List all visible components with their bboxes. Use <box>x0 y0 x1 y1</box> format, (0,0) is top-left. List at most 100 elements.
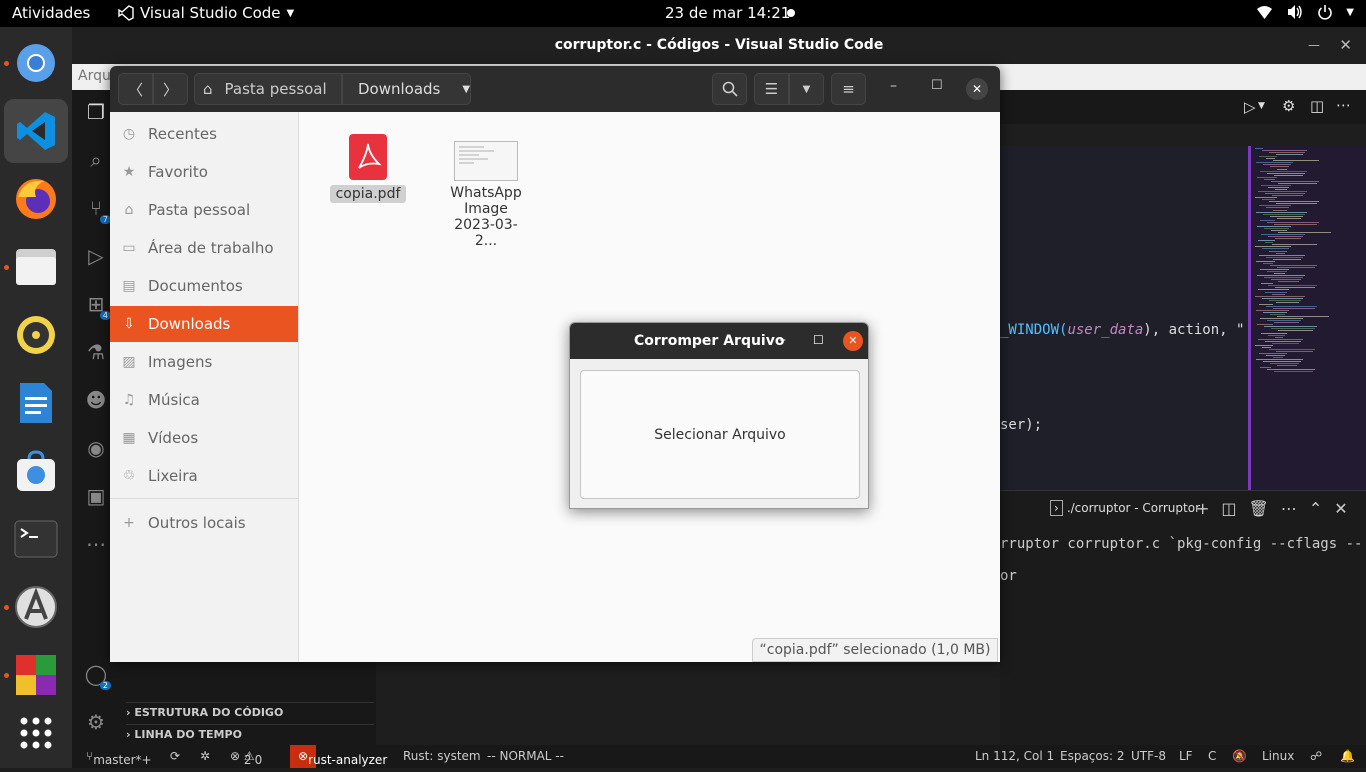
show-apps-button[interactable] <box>12 709 60 757</box>
minimap-line <box>1267 320 1301 322</box>
sidebar-item-documentos[interactable]: ▤ Documentos <box>110 268 298 304</box>
minimap-line <box>1262 199 1275 201</box>
sidebar-item-vídeos[interactable]: ▦ Vídeos <box>110 420 298 456</box>
indentation[interactable]: Espaços: 2 <box>1060 749 1125 763</box>
running-indicator <box>4 61 9 66</box>
sidebar-item-lixeira[interactable]: ♲ Lixeira <box>110 458 298 494</box>
list-view-button[interactable]: ☰ <box>754 73 789 105</box>
sidebar-item-música[interactable]: ♫ Música <box>110 382 298 418</box>
system-menu[interactable]: ▼ <box>1256 4 1354 20</box>
dock-cube-app[interactable] <box>12 651 60 699</box>
minimize-icon[interactable]: – <box>779 332 786 348</box>
run-icon[interactable]: ▷ <box>1244 98 1256 116</box>
minimap-line <box>1258 191 1307 193</box>
minimap-line <box>1277 266 1315 268</box>
terminal-panel[interactable]: › ./corruptor - Corruptor + ◫ 🗑 ⋯ ⌃ ✕ rru… <box>1000 490 1366 745</box>
os-indicator[interactable]: Linux <box>1262 749 1294 763</box>
minimap[interactable] <box>1248 146 1366 490</box>
activities-button[interactable]: Atividades <box>12 4 90 22</box>
close-icon[interactable]: ✕ <box>966 78 988 100</box>
code-editor[interactable]: _WINDOW(user_data), action, " ser); <box>1000 146 1248 490</box>
file-item[interactable]: WhatsApp Image 2023-03-2... <box>448 141 524 249</box>
breadcrumb-home[interactable]: ⌂ Pasta pessoal <box>194 73 342 105</box>
no-bell-icon[interactable]: 🔕 <box>1232 749 1247 763</box>
minimap-line <box>1259 353 1287 354</box>
main-menu-button[interactable]: ≡ <box>831 73 866 105</box>
dock-chromium[interactable] <box>12 39 60 87</box>
file-item[interactable]: copia.pdf <box>330 134 406 203</box>
sidebar-item-recentes[interactable]: ◷ Recentes <box>110 116 298 152</box>
problems-indicator[interactable]: ⊗ 2 ⚠ 0 <box>230 749 262 767</box>
sidebar-item-favorito[interactable]: ★ Favorito <box>110 154 298 190</box>
minimize-icon[interactable]: — <box>1308 27 1320 64</box>
dock-firefox[interactable] <box>12 175 60 223</box>
terminal-line: or <box>1000 568 1017 584</box>
sidebar-item-imagens[interactable]: ▨ Imagens <box>110 344 298 380</box>
minimap-line <box>1263 164 1291 166</box>
minimap-line <box>1276 301 1299 303</box>
terminal-tab[interactable]: › ./corruptor - Corruptor <box>1050 500 1200 516</box>
minimize-icon[interactable]: – <box>890 78 897 94</box>
breadcrumb-downloads[interactable]: Downloads ▼ <box>342 73 471 105</box>
close-icon[interactable]: ✕ <box>1339 27 1352 64</box>
minimap-line <box>1277 316 1329 318</box>
vscode-sidebar-panels: › ESTRUTURA DO CÓDIGO › LINHA DO TEMPO <box>120 662 376 745</box>
add-terminal-icon[interactable]: + <box>1196 499 1209 518</box>
dock-vscode[interactable] <box>4 99 68 163</box>
chevron-down-icon[interactable]: ▼ <box>1258 101 1265 111</box>
sync-icon[interactable]: ⟳ <box>170 749 180 763</box>
feedback-icon[interactable]: ☍ <box>1310 749 1322 763</box>
select-file-button[interactable]: Selecionar Arquivo <box>580 370 860 499</box>
manage-gear-icon[interactable]: ⚙ <box>72 700 120 744</box>
cursor-position[interactable]: Ln 112, Col 1 <box>975 749 1054 763</box>
maximize-icon[interactable]: ☐ <box>813 333 824 347</box>
menu-file[interactable]: Arqu <box>78 68 111 84</box>
notifications-icon[interactable]: 🔔 <box>1340 749 1355 763</box>
minimap-line <box>1266 256 1303 258</box>
minimap-line <box>1264 178 1275 180</box>
minimap-line <box>1260 318 1303 320</box>
maximize-icon[interactable]: ☐ <box>931 78 943 93</box>
more-icon[interactable]: ⋯ <box>1281 499 1297 518</box>
bug-icon[interactable]: ✲ <box>200 749 210 763</box>
close-panel-icon[interactable]: ✕ <box>1334 499 1347 518</box>
minimap-line <box>1278 182 1317 184</box>
minimap-line <box>1256 162 1293 164</box>
rust-analyzer-status[interactable]: ⊗ rust-analyzer <box>290 745 387 768</box>
outline-section[interactable]: › ESTRUTURA DO CÓDIGO <box>126 702 374 722</box>
trash-icon[interactable]: 🗑 <box>1249 499 1269 518</box>
sidebar-item-pasta-pessoal[interactable]: ⌂ Pasta pessoal <box>110 192 298 228</box>
app-menu[interactable]: Visual Studio Code ▼ <box>118 4 294 22</box>
desktop-icon: ▭ <box>122 240 136 256</box>
clock[interactable]: 23 de mar 14:21 <box>665 4 790 22</box>
close-icon[interactable]: ✕ <box>843 331 863 351</box>
back-button[interactable]: 〈 <box>118 73 153 105</box>
search-button[interactable] <box>712 73 747 105</box>
encoding[interactable]: UTF-8 <box>1131 749 1166 763</box>
timeline-section[interactable]: › LINHA DO TEMPO <box>126 724 374 744</box>
minimap-line <box>1276 203 1317 205</box>
eol[interactable]: LF <box>1179 749 1193 763</box>
dock-software-updater[interactable] <box>12 583 60 631</box>
split-editor-icon[interactable]: ◫ <box>1310 97 1324 115</box>
rust-toolchain[interactable]: Rust: system <box>403 749 481 763</box>
dock-rhythmbox[interactable] <box>12 311 60 359</box>
forward-button[interactable]: 〉 <box>153 73 188 105</box>
dock-writer[interactable] <box>12 379 60 427</box>
settings-gear-icon[interactable]: ⚙ <box>1282 97 1295 115</box>
dock-files[interactable] <box>12 243 60 291</box>
branch-indicator[interactable]: ⑂ master*+ <box>86 749 152 767</box>
split-terminal-icon[interactable]: ◫ <box>1221 499 1236 518</box>
minimap-line <box>1255 197 1277 199</box>
sidebar-item-other-locations[interactable]: + Outros locais <box>110 505 298 541</box>
view-options-button[interactable]: ▼ <box>789 73 824 105</box>
more-actions-icon[interactable]: ⋯ <box>1336 96 1351 114</box>
sidebar-item-downloads[interactable]: ⇩ Downloads <box>110 306 298 342</box>
sidebar-item-área-de-trabalho[interactable]: ▭ Área de trabalho <box>110 230 298 266</box>
maximize-panel-icon[interactable]: ⌃ <box>1309 499 1322 518</box>
dock-software[interactable] <box>12 447 60 495</box>
minimap-line <box>1272 244 1317 246</box>
dock-terminal[interactable] <box>12 515 60 563</box>
language-mode[interactable]: C <box>1208 749 1216 763</box>
minimap-line <box>1265 242 1273 244</box>
